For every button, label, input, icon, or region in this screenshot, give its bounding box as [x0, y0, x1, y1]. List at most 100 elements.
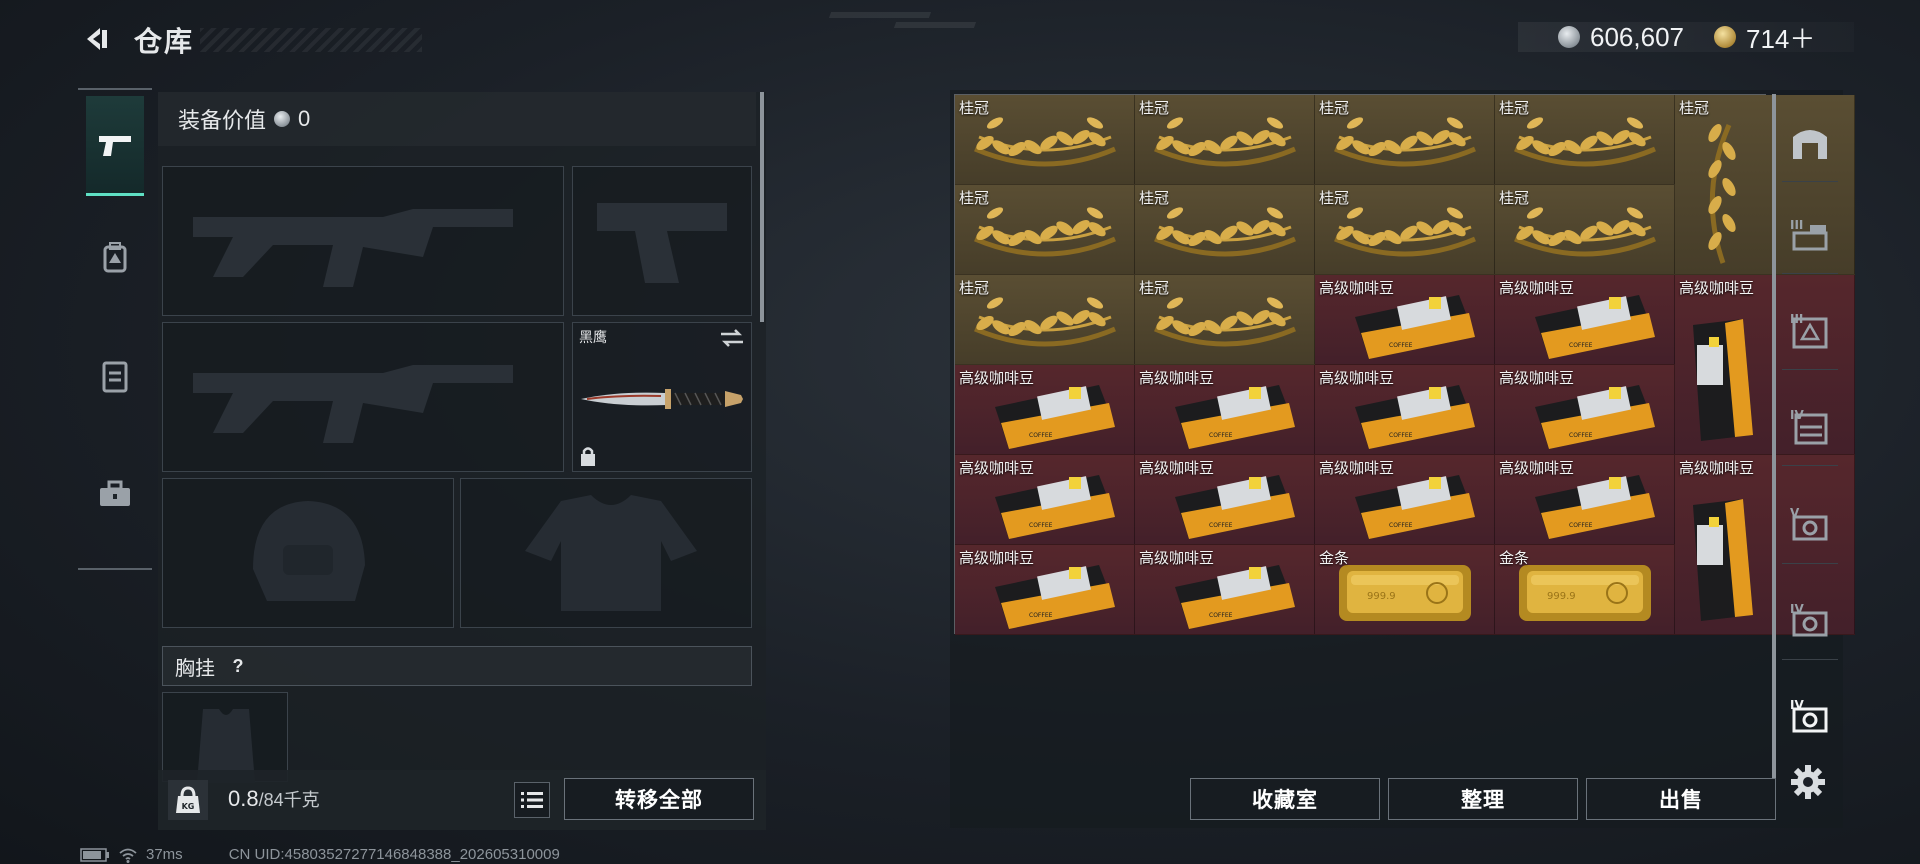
- tab-storage-tier-4b[interactable]: IV: [1782, 580, 1838, 660]
- sell-button[interactable]: 出售: [1586, 778, 1776, 820]
- coffee-bag-image: COFFEE: [995, 565, 1115, 629]
- storage-item-name: 高级咖啡豆: [1679, 280, 1755, 297]
- storage-item[interactable]: 999.9 金条: [1315, 545, 1495, 635]
- svg-text:COFFEE: COFFEE: [1209, 432, 1233, 439]
- equipment-category-tabs: [78, 88, 152, 570]
- back-arrow-icon: [87, 28, 107, 50]
- warehouse-icon: [1793, 129, 1827, 159]
- storage-item-name: 高级咖啡豆: [1139, 370, 1215, 387]
- gold-balance[interactable]: 714＋: [1746, 19, 1815, 56]
- storage-item[interactable]: 桂冠: [1315, 185, 1495, 275]
- pistol-slot[interactable]: [572, 166, 752, 316]
- chest-rig-slot[interactable]: [162, 692, 288, 783]
- coffee-bag-image: COFFEE: [995, 385, 1115, 449]
- pistol-icon: [99, 135, 131, 156]
- svg-text:999.9: 999.9: [1547, 591, 1576, 602]
- page-title: 仓库: [134, 26, 195, 57]
- storage-item[interactable]: 桂冠: [1135, 95, 1315, 185]
- storage-item[interactable]: COFFEE 高级咖啡豆: [1135, 545, 1315, 635]
- storage-item-name: 桂冠: [959, 190, 990, 207]
- coffee-bag-image: COFFEE: [1175, 475, 1295, 539]
- storage-item[interactable]: COFFEE 高级咖啡豆: [955, 455, 1135, 545]
- storage-item[interactable]: COFFEE 高级咖啡豆: [1495, 275, 1675, 365]
- equipment-value: 0: [298, 106, 311, 131]
- storage-item-name: 桂冠: [959, 100, 990, 117]
- status-bar: 37ms CN UID:4580352727714684838​8_202605…: [80, 846, 560, 863]
- svg-text:III: III: [1790, 218, 1803, 232]
- storage-item[interactable]: 桂冠: [955, 275, 1135, 365]
- vest-icon: [102, 361, 128, 393]
- tab-storage-tier-5[interactable]: V: [1782, 484, 1838, 564]
- primary-weapon-slot-1[interactable]: [162, 166, 564, 316]
- storage-item[interactable]: 桂冠: [1135, 275, 1315, 365]
- lock-icon: [581, 447, 595, 466]
- swap-icon[interactable]: [719, 327, 745, 349]
- storage-item[interactable]: 桂冠: [1495, 95, 1675, 185]
- coffee-bag-image: COFFEE: [1355, 295, 1475, 359]
- svg-text:COFFEE: COFFEE: [1029, 432, 1053, 439]
- knife-item-image: [581, 389, 743, 409]
- tab-storage-tier-3a[interactable]: III: [1782, 194, 1838, 274]
- melee-slot[interactable]: 黑鹰: [572, 322, 752, 472]
- storage-item-name: 桂冠: [1679, 100, 1710, 117]
- storage-item[interactable]: 桂冠: [955, 95, 1135, 185]
- scrollbar[interactable]: [1772, 94, 1776, 794]
- helmet-slot[interactable]: [162, 478, 454, 628]
- primary-weapon-slot-2[interactable]: [162, 322, 564, 472]
- back-button[interactable]: [78, 22, 112, 56]
- storage-item-name: 高级咖啡豆: [959, 370, 1035, 387]
- storage-item-name: 金条: [1499, 550, 1530, 567]
- tab-storage-tier-4a[interactable]: IV: [1782, 386, 1838, 466]
- equipment-value-label: 装备价值: [178, 108, 267, 133]
- chest-rig-section: 胸挂 ?: [162, 646, 752, 686]
- organize-button[interactable]: 整理: [1388, 778, 1578, 820]
- storage-item-name: 桂冠: [1499, 100, 1530, 117]
- transfer-all-button[interactable]: 转移全部: [564, 778, 754, 820]
- storage-item[interactable]: COFFEE 高级咖啡豆: [955, 365, 1135, 455]
- weight-current: 0.8: [228, 786, 259, 811]
- weight-icon: KG: [168, 780, 208, 820]
- help-icon[interactable]: ?: [227, 655, 249, 677]
- list-icon: [521, 792, 543, 808]
- storage-item[interactable]: 桂冠: [1315, 95, 1495, 185]
- svg-text:999.9: 999.9: [1367, 591, 1396, 602]
- svg-text:KG: KG: [182, 802, 195, 811]
- storage-item[interactable]: COFFEE 高级咖啡豆: [1135, 455, 1315, 545]
- storage-item[interactable]: COFFEE 高级咖啡豆: [1315, 455, 1495, 545]
- weight-readout: 0.8/84千克: [228, 786, 320, 812]
- title-decoration: [200, 28, 422, 52]
- silver-balance: 606,607: [1590, 21, 1684, 52]
- storage-item[interactable]: COFFEE 高级咖啡豆: [1495, 365, 1675, 455]
- tab-storage-tier-3b[interactable]: III: [1782, 290, 1838, 370]
- storage-item[interactable]: COFFEE 高级咖啡豆: [1315, 275, 1495, 365]
- svg-text:COFFEE: COFFEE: [1569, 432, 1593, 439]
- storage-item[interactable]: COFFEE 高级咖啡豆: [955, 545, 1135, 635]
- gold-bar-image: 999.9: [1339, 565, 1471, 621]
- storage-item[interactable]: COFFEE 高级咖啡豆: [1495, 455, 1675, 545]
- svg-text:COFFEE: COFFEE: [1389, 522, 1413, 529]
- scrollbar[interactable]: [760, 92, 764, 322]
- storage-item[interactable]: COFFEE 高级咖啡豆: [1315, 365, 1495, 455]
- tab-storage-tier-4c[interactable]: IV: [1782, 676, 1838, 756]
- storage-tier-icon: III: [1790, 312, 1828, 348]
- storage-item[interactable]: 桂冠: [955, 185, 1135, 275]
- wifi-icon: [119, 848, 137, 863]
- list-view-button[interactable]: [514, 782, 550, 818]
- settings-button[interactable]: [1790, 764, 1826, 805]
- storage-item[interactable]: 桂冠: [1135, 185, 1315, 275]
- svg-text:COFFEE: COFFEE: [1389, 432, 1413, 439]
- tab-backpack[interactable]: [86, 208, 144, 308]
- storage-item-name: 金条: [1319, 550, 1350, 567]
- storage-item[interactable]: 999.9 金条: [1495, 545, 1675, 635]
- tab-vest[interactable]: [86, 326, 144, 426]
- tab-case[interactable]: [86, 444, 144, 544]
- tab-weapons[interactable]: [86, 96, 144, 196]
- storage-item[interactable]: COFFEE 高级咖啡豆: [1135, 365, 1315, 455]
- body-armor-slot[interactable]: [460, 478, 752, 628]
- tab-storage-main[interactable]: [1782, 102, 1838, 182]
- storage-item[interactable]: 桂冠: [1495, 185, 1675, 275]
- storage-item-name: 桂冠: [1139, 280, 1170, 297]
- collection-room-button[interactable]: 收藏室: [1190, 778, 1380, 820]
- kettlebell-icon: KG: [176, 786, 200, 813]
- chest-rig-label: 胸挂: [175, 657, 215, 680]
